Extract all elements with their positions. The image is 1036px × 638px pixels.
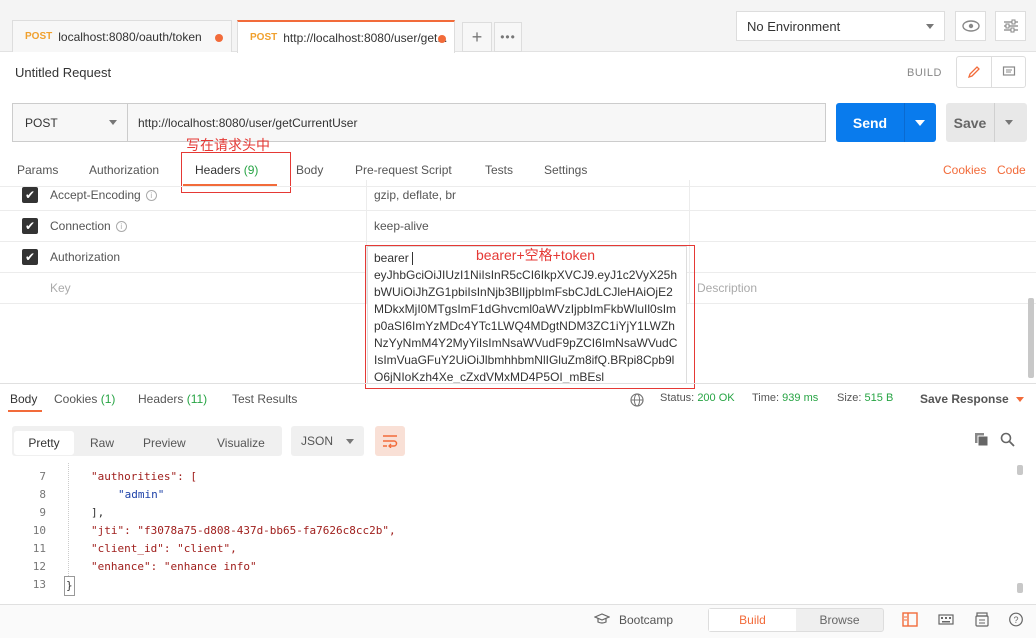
comments-icon[interactable] bbox=[992, 57, 1026, 87]
tab-settings[interactable]: Settings bbox=[544, 163, 587, 177]
send-button[interactable]: Send bbox=[836, 103, 936, 142]
more-tabs-icon[interactable]: ••• bbox=[494, 22, 522, 52]
code-link[interactable]: Code bbox=[997, 163, 1026, 177]
cookie-jar-icon[interactable] bbox=[974, 612, 990, 630]
method-select[interactable]: POST bbox=[13, 104, 128, 141]
tab-method: POST bbox=[250, 32, 278, 43]
tab-url: http://localhost:8080/user/get... bbox=[283, 30, 448, 45]
chevron-down-icon bbox=[346, 439, 354, 444]
build-toggle[interactable]: Build bbox=[709, 609, 796, 631]
response-tab-headers[interactable]: Headers (11) bbox=[138, 392, 207, 406]
header-checkbox[interactable]: ✔ bbox=[22, 218, 38, 234]
wrap-lines-icon[interactable] bbox=[375, 426, 405, 456]
request-title[interactable]: Untitled Request bbox=[15, 65, 111, 80]
tab-tests[interactable]: Tests bbox=[485, 163, 513, 177]
token-annotation-text: bearer+空格+token bbox=[476, 247, 596, 263]
language-label: JSON bbox=[301, 434, 334, 448]
time-readout: Time: 939 ms bbox=[752, 392, 819, 404]
header-key: Authorization bbox=[50, 250, 121, 264]
header-row: ✔ Connection i keep-alive bbox=[0, 211, 1036, 242]
keyboard-shortcuts-icon[interactable] bbox=[938, 612, 954, 630]
header-row: ✔ Accept-Encoding i gzip, deflate, br bbox=[0, 180, 1036, 211]
response-body-viewer[interactable]: 7 "authorities": [ 8 "admin" 9], 10 "jti": … bbox=[0, 463, 1036, 603]
visualize-button[interactable]: Visualize bbox=[217, 431, 265, 455]
response-tab-body[interactable]: Body bbox=[10, 392, 37, 406]
chevron-down-icon bbox=[926, 24, 934, 29]
response-tab-test-results[interactable]: Test Results bbox=[232, 392, 297, 406]
size-readout: Size: 515 B bbox=[837, 392, 894, 404]
send-options-chevron-icon[interactable] bbox=[915, 119, 925, 126]
time-value[interactable]: 939 ms bbox=[782, 392, 818, 404]
environment-label: No Environment bbox=[747, 18, 841, 34]
two-pane-icon[interactable] bbox=[902, 612, 918, 630]
unsaved-dot-icon bbox=[215, 34, 223, 42]
send-label: Send bbox=[852, 114, 888, 131]
url-bar: POST bbox=[12, 103, 826, 142]
svg-text:?: ? bbox=[1013, 615, 1018, 625]
settings-sliders-icon[interactable] bbox=[995, 11, 1026, 41]
header-checkbox[interactable]: ✔ bbox=[22, 187, 38, 203]
request-tab-get-current-user[interactable]: POST http://localhost:8080/user/get... bbox=[237, 20, 455, 53]
unsaved-dot-icon bbox=[438, 35, 446, 43]
header-key: Accept-Encoding i bbox=[50, 188, 157, 202]
headers-scrollbar[interactable] bbox=[1028, 298, 1034, 378]
status-value[interactable]: 200 OK bbox=[697, 392, 734, 404]
pretty-button[interactable]: Pretty bbox=[14, 431, 74, 455]
language-select[interactable]: JSON bbox=[291, 426, 364, 456]
token-annotation-box bbox=[365, 245, 695, 389]
environment-select[interactable]: No Environment bbox=[736, 11, 945, 41]
request-tab-oauth-token[interactable]: POST localhost:8080/oauth/token bbox=[12, 20, 232, 52]
description-placeholder[interactable]: Description bbox=[697, 281, 757, 295]
header-value[interactable]: gzip, deflate, br bbox=[374, 188, 456, 202]
tab-url: localhost:8080/oauth/token bbox=[58, 29, 202, 44]
bootcamp-link[interactable]: Bootcamp bbox=[619, 613, 673, 627]
chevron-down-icon bbox=[109, 120, 117, 125]
save-response-button[interactable]: Save Response bbox=[920, 392, 1025, 406]
save-button[interactable]: Save bbox=[946, 103, 1027, 142]
active-tab-indicator bbox=[8, 410, 42, 412]
method-label: POST bbox=[25, 115, 58, 130]
raw-button[interactable]: Raw bbox=[90, 431, 114, 455]
chevron-down-icon bbox=[1016, 397, 1025, 403]
info-icon: i bbox=[145, 190, 157, 202]
preview-button[interactable]: Preview bbox=[143, 431, 186, 455]
tab-method: POST bbox=[25, 31, 53, 42]
build-browse-toggle: Build Browse bbox=[708, 608, 884, 632]
header-checkbox[interactable]: ✔ bbox=[22, 249, 38, 265]
tab-body[interactable]: Body bbox=[296, 163, 323, 177]
tab-prerequest-script[interactable]: Pre-request Script bbox=[355, 163, 452, 177]
save-options-chevron-icon[interactable] bbox=[1005, 120, 1013, 125]
response-tab-cookies[interactable]: Cookies (1) bbox=[54, 392, 115, 406]
tab-authorization[interactable]: Authorization bbox=[89, 163, 159, 177]
copy-icon[interactable] bbox=[974, 432, 989, 450]
help-icon[interactable]: ? bbox=[1008, 612, 1024, 630]
edit-pencil-icon[interactable] bbox=[957, 57, 992, 87]
globe-icon[interactable] bbox=[630, 393, 644, 410]
eye-icon[interactable] bbox=[955, 11, 986, 41]
browse-toggle[interactable]: Browse bbox=[796, 609, 883, 631]
bootcamp-icon bbox=[593, 613, 611, 628]
build-mode-label: BUILD bbox=[907, 67, 942, 79]
headers-annotation-text: 写在请求头中 bbox=[186, 137, 270, 153]
save-label: Save bbox=[953, 114, 987, 131]
search-icon[interactable] bbox=[1000, 432, 1015, 450]
info-icon: i bbox=[115, 221, 127, 233]
key-placeholder[interactable]: Key bbox=[50, 281, 71, 295]
new-tab-plus-icon[interactable]: + bbox=[462, 22, 492, 52]
size-value[interactable]: 515 B bbox=[865, 392, 894, 404]
status-readout: Status: 200 OK bbox=[660, 392, 735, 404]
header-key: Connection i bbox=[50, 219, 127, 233]
tab-bar: POST localhost:8080/oauth/token POST htt… bbox=[0, 0, 1036, 53]
tab-params[interactable]: Params bbox=[17, 163, 58, 177]
code-scrollbar-bottom[interactable] bbox=[1017, 583, 1023, 593]
code-scrollbar-top[interactable] bbox=[1017, 465, 1023, 475]
cookies-link[interactable]: Cookies bbox=[943, 163, 986, 177]
header-value[interactable]: keep-alive bbox=[374, 219, 429, 233]
mode-switcher bbox=[956, 56, 1026, 88]
